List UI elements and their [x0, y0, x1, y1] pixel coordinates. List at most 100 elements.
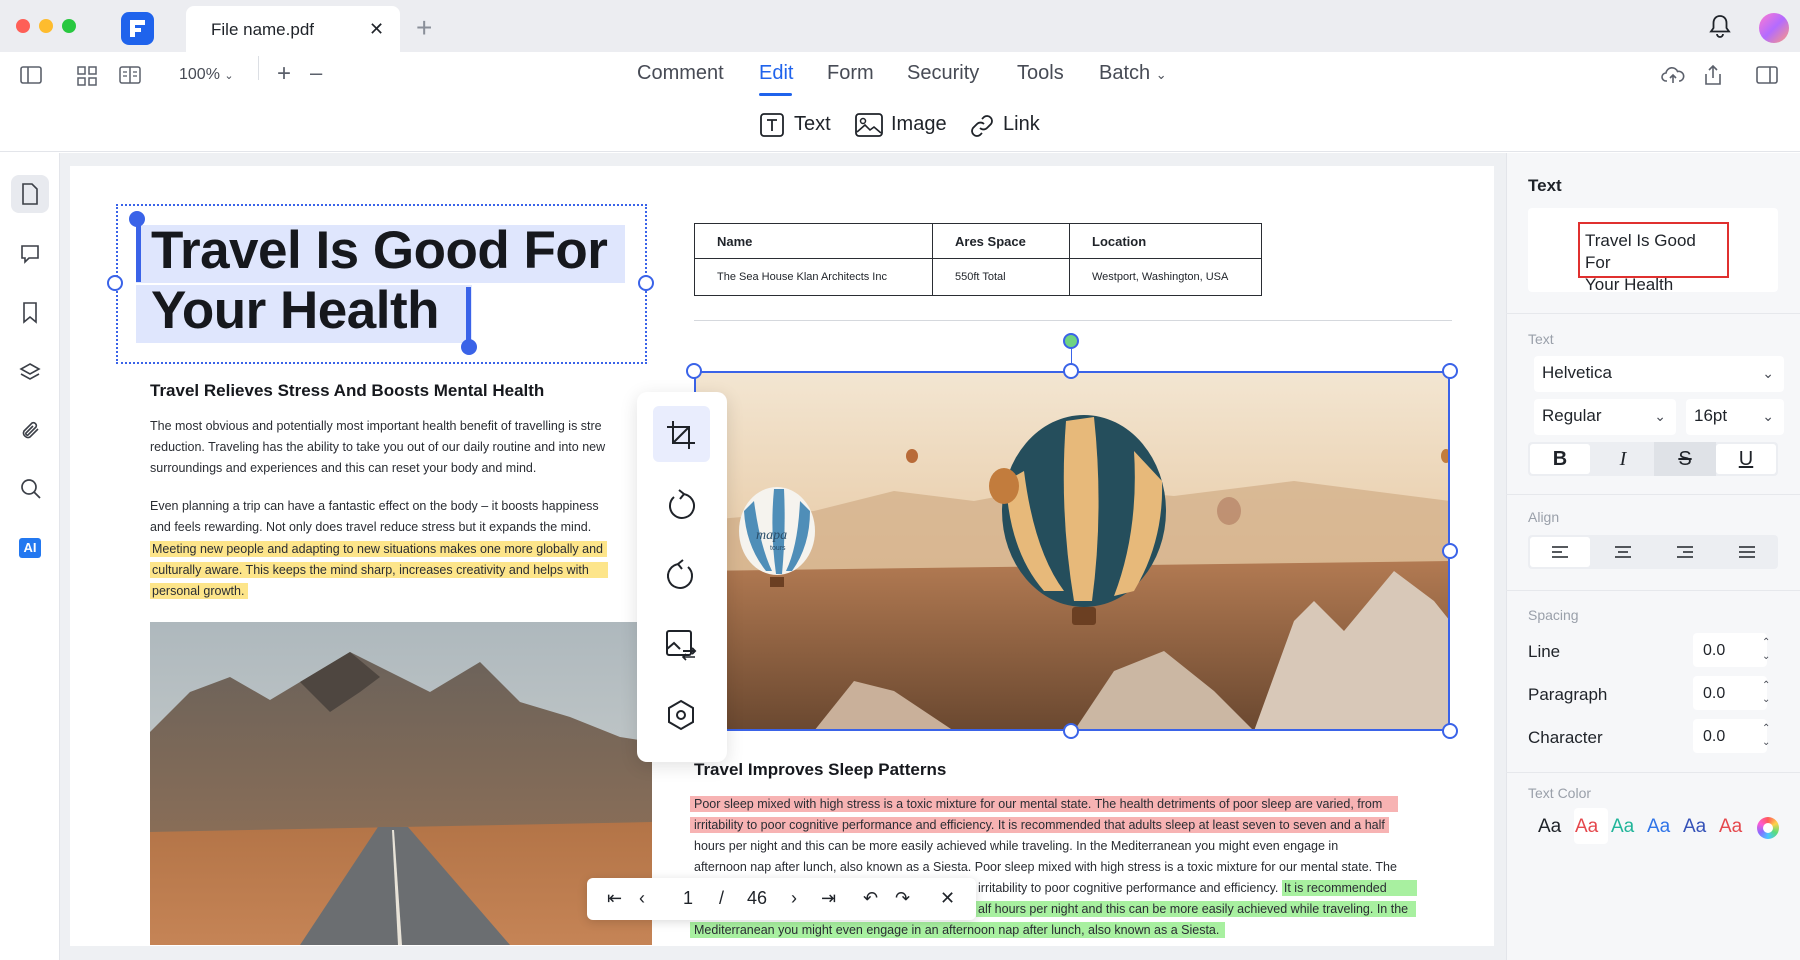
search-icon[interactable]: [20, 478, 42, 500]
tab-security[interactable]: Security: [907, 62, 979, 85]
redo-icon[interactable]: ↷: [895, 888, 910, 909]
close-navigator-icon[interactable]: ✕: [940, 888, 955, 909]
zoom-select[interactable]: 100% ⌄: [179, 66, 234, 84]
line-spacing-stepper[interactable]: ⌃ ⌄: [1762, 636, 1770, 664]
image-tool-label[interactable]: Image: [891, 113, 947, 136]
document-title-line2[interactable]: Your Health: [151, 281, 440, 341]
zoom-in-button[interactable]: +: [277, 60, 291, 88]
road-mountain-image[interactable]: [150, 622, 652, 945]
strikethrough-button[interactable]: S: [1654, 442, 1716, 476]
cloud-upload-icon[interactable]: [1661, 65, 1685, 85]
comment-icon[interactable]: [20, 244, 40, 264]
undo-icon[interactable]: ↶: [863, 888, 878, 909]
link-tool-icon[interactable]: [969, 113, 995, 139]
rotate-handle[interactable]: [1063, 333, 1079, 349]
sidebar-toggle-icon[interactable]: [20, 66, 42, 84]
bookmark-icon[interactable]: [22, 302, 38, 324]
paragraph-line: and feels rewarding. Not only does trave…: [150, 520, 592, 534]
color-swatch[interactable]: Aa: [1647, 816, 1670, 838]
ai-icon[interactable]: AI: [19, 538, 41, 558]
font-size-select[interactable]: 16pt ⌄: [1686, 399, 1784, 435]
minimize-window-button[interactable]: [39, 19, 53, 33]
divider: [694, 320, 1452, 321]
resize-handle-bottom-right[interactable]: [1442, 723, 1458, 739]
selection-start-handle[interactable]: [129, 211, 145, 227]
next-page-icon[interactable]: ›: [791, 888, 797, 909]
paragraph-spacing-stepper[interactable]: ⌃ ⌄: [1762, 679, 1770, 707]
new-tab-button[interactable]: +: [416, 12, 432, 44]
document-title-line1[interactable]: Travel Is Good For: [151, 221, 608, 281]
image-selection-box[interactable]: [694, 371, 1450, 731]
align-right-icon[interactable]: [1654, 535, 1716, 569]
text-tool-icon[interactable]: [760, 113, 784, 137]
grid-view-icon[interactable]: [77, 66, 97, 86]
tab-form[interactable]: Form: [827, 62, 874, 85]
selection-end-handle[interactable]: [461, 339, 477, 355]
highlighted-text[interactable]: It is recommended: [1281, 880, 1417, 896]
first-page-icon[interactable]: ⇤: [607, 888, 622, 909]
highlighted-text[interactable]: alf hours per night and this can be more…: [976, 901, 1417, 917]
italic-button[interactable]: I: [1592, 442, 1654, 476]
tab-batch[interactable]: Batch ⌄: [1099, 62, 1167, 85]
bell-icon[interactable]: [1709, 14, 1731, 38]
color-swatch[interactable]: Aa: [1538, 816, 1561, 838]
rotate-right-icon[interactable]: [665, 559, 697, 591]
image-tool-icon[interactable]: [855, 113, 883, 137]
font-weight-select[interactable]: Regular ⌄: [1534, 399, 1676, 435]
color-swatch[interactable]: Aa: [1719, 816, 1742, 838]
current-page-input[interactable]: 1: [683, 888, 693, 909]
color-swatch[interactable]: Aa: [1611, 816, 1634, 838]
link-tool-label[interactable]: Link: [1003, 113, 1040, 136]
section-heading-sleep: Travel Improves Sleep Patterns: [694, 760, 947, 779]
tab-edit[interactable]: Edit: [759, 62, 793, 85]
avatar[interactable]: [1759, 13, 1789, 43]
page-icon[interactable]: [21, 183, 39, 205]
resize-handle-right[interactable]: [638, 275, 654, 291]
toolbar: [0, 52, 1800, 152]
right-panel-toggle-icon[interactable]: [1756, 66, 1778, 84]
resize-handle-top-left[interactable]: [686, 363, 702, 379]
highlighted-text[interactable]: Poor sleep mixed with high stress is a t…: [690, 796, 1399, 812]
align-center-icon[interactable]: [1592, 535, 1654, 569]
resize-handle-bottom[interactable]: [1063, 723, 1079, 739]
font-family-select[interactable]: Helvetica ⌄: [1534, 356, 1784, 392]
zoom-out-button[interactable]: –: [310, 60, 322, 86]
underline-button[interactable]: U: [1716, 444, 1776, 474]
tab-comment[interactable]: Comment: [637, 62, 724, 85]
character-spacing-input[interactable]: 0.0: [1693, 719, 1767, 753]
align-justify-icon[interactable]: [1716, 535, 1778, 569]
bold-button[interactable]: B: [1530, 444, 1590, 474]
last-page-icon[interactable]: ⇥: [821, 888, 836, 909]
page-layout-icon[interactable]: [119, 66, 141, 84]
tab-tools[interactable]: Tools: [1017, 62, 1064, 85]
text-cursor-start: [136, 219, 141, 282]
replace-image-icon[interactable]: [665, 629, 697, 661]
color-swatch[interactable]: Aa: [1683, 816, 1706, 838]
color-swatch[interactable]: Aa: [1575, 816, 1598, 838]
resize-handle-top[interactable]: [1063, 363, 1079, 379]
highlighted-text[interactable]: Mediterranean you might even engage in a…: [690, 922, 1226, 938]
text-tool-label[interactable]: Text: [794, 113, 831, 136]
resize-handle-left[interactable]: [107, 275, 123, 291]
highlighted-text[interactable]: irritability to poor cognitive performan…: [690, 817, 1389, 833]
character-spacing-stepper[interactable]: ⌃ ⌄: [1762, 722, 1770, 750]
line-spacing-input[interactable]: 0.0: [1693, 633, 1767, 667]
highlighted-text[interactable]: Meeting new people and adapting to new s…: [150, 541, 607, 557]
tab-title: File name.pdf: [211, 20, 314, 39]
prev-page-icon[interactable]: ‹: [639, 888, 645, 909]
paragraph-spacing-input[interactable]: 0.0: [1693, 676, 1767, 710]
align-left-icon[interactable]: [1530, 537, 1590, 567]
attachment-icon[interactable]: [20, 419, 42, 441]
text-preview[interactable]: Travel Is Good For Your Health: [1578, 222, 1729, 294]
maximize-window-button[interactable]: [62, 19, 76, 33]
resize-handle-top-right[interactable]: [1442, 363, 1458, 379]
rotate-left-icon[interactable]: [665, 489, 697, 521]
highlighted-text[interactable]: personal growth.: [150, 583, 249, 599]
close-tab-icon[interactable]: ✕: [369, 19, 384, 40]
extract-image-icon[interactable]: [665, 699, 697, 731]
resize-handle-right[interactable]: [1442, 543, 1458, 559]
close-window-button[interactable]: [16, 19, 30, 33]
share-icon[interactable]: [1703, 64, 1723, 86]
layers-icon[interactable]: [19, 363, 41, 381]
highlighted-text[interactable]: culturally aware. This keeps the mind sh…: [150, 562, 608, 578]
